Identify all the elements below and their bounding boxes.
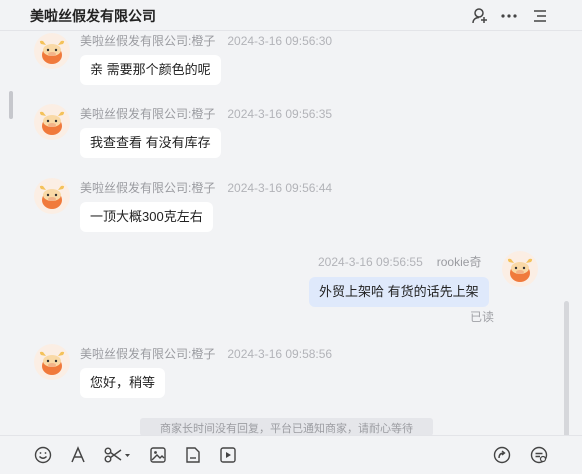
sender-name: 美啦丝假发有限公司:橙子 [80,347,216,361]
message-bubble[interactable]: 一顶大概300克左右 [80,202,213,232]
add-contact-icon[interactable] [470,6,490,26]
avatar[interactable] [34,344,70,380]
image-icon[interactable] [148,445,168,465]
message-bubble[interactable]: 我查查看 有没有库存 [80,128,221,158]
read-status: 已读 [470,310,495,324]
sender-name: 美啦丝假发有限公司:橙子 [80,34,216,48]
chat-title: 美啦丝假发有限公司 [30,8,156,24]
file-icon[interactable] [183,445,203,465]
avatar[interactable] [502,251,538,287]
message-bubble[interactable]: 外贸上架哈 有货的话先上架 [309,277,489,307]
avatar[interactable] [34,178,70,214]
message-bubble[interactable]: 您好，稍等 [80,368,166,398]
system-notice: 商家长时间没有回复，平台已通知商家，请耐心等待 [140,418,433,436]
share-icon[interactable] [492,445,512,465]
chat-message-list[interactable]: 美啦丝假发有限公司:橙子 2024-3-16 09:56:30 亲 需要那个颜色的… [0,31,582,435]
message-time: 2024-3-16 09:58:56 [227,347,333,361]
avatar[interactable] [34,104,70,140]
message-meta: 美啦丝假发有限公司:橙子 2024-3-16 09:56:30 [80,32,332,49]
right-scrollbar[interactable] [564,301,569,435]
sender-name: rookie奇 [436,255,482,269]
sender-name: 美啦丝假发有限公司:橙子 [80,181,216,195]
left-scrollbar[interactable] [9,91,13,119]
emoji-icon[interactable] [33,445,53,465]
message-time: 2024-3-16 09:56:44 [227,181,333,195]
message-meta: 2024-3-16 09:56:55 rookie奇 [318,253,481,270]
message-time: 2024-3-16 09:56:55 [318,255,423,269]
video-icon[interactable] [218,445,238,465]
chat-header: 美啦丝假发有限公司 [0,0,582,31]
quick-reply-icon[interactable] [529,445,549,465]
scissors-icon[interactable] [103,445,133,465]
sender-name: 美啦丝假发有限公司:橙子 [80,107,216,121]
message-meta: 美啦丝假发有限公司:橙子 2024-3-16 09:56:35 [80,105,332,122]
menu-icon[interactable] [530,6,550,26]
message-meta: 美啦丝假发有限公司:橙子 2024-3-16 09:58:56 [80,345,332,362]
message-bubble[interactable]: 亲 需要那个颜色的呢 [80,55,221,85]
message-time: 2024-3-16 09:56:35 [227,107,333,121]
avatar[interactable] [34,33,70,69]
font-icon[interactable] [68,445,88,465]
more-icon[interactable] [499,6,519,26]
message-meta: 美啦丝假发有限公司:橙子 2024-3-16 09:56:44 [80,179,332,196]
input-toolbar [0,435,582,474]
message-time: 2024-3-16 09:56:30 [227,34,333,48]
